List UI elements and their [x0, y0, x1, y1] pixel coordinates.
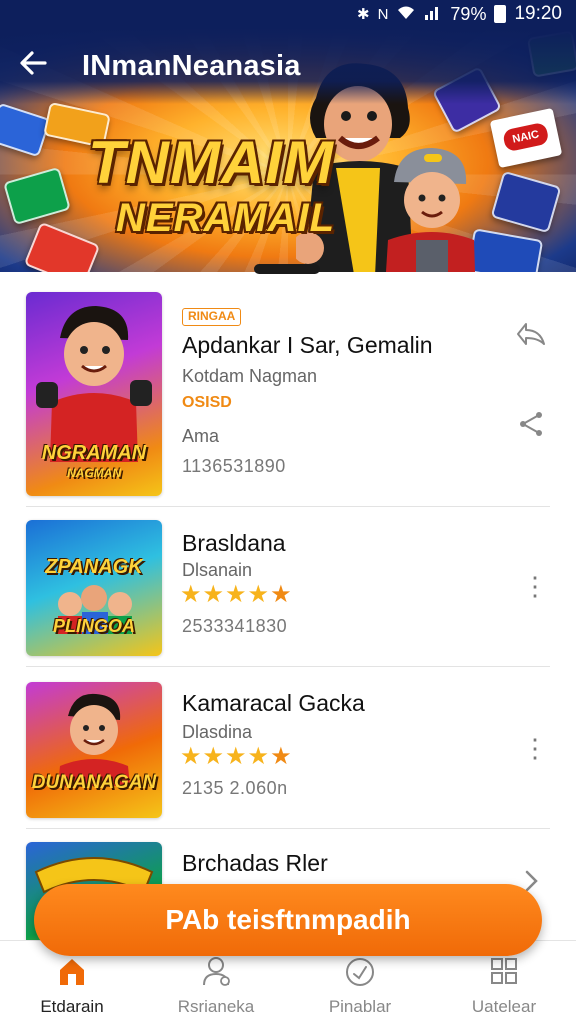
primary-action-button[interactable]: PAb teisftnmpadih: [34, 884, 542, 956]
item-title: Brasldana: [182, 530, 286, 556]
item-number: 2533341830: [182, 616, 288, 636]
clock-icon: [346, 958, 374, 986]
profile-icon: [203, 957, 230, 986]
back-arrow-icon[interactable]: [18, 48, 54, 84]
item-number: 1136531890: [182, 456, 286, 476]
star-icon: ★: [247, 581, 270, 608]
star-icon: ★: [180, 743, 202, 770]
status-time: 19:20: [514, 3, 562, 24]
item-badge: RINGAA: [182, 308, 242, 326]
star-icon: ★: [270, 743, 292, 770]
star-icon: ★: [180, 581, 202, 608]
thumbnail-subtitle: PLINGOA: [52, 616, 135, 636]
item-title: Apdankar I Sar, Gemalin: [182, 332, 433, 358]
thumbnail-title: DUNANAGAN: [31, 772, 157, 793]
status-bar: ✱ N 79% 19:20: [0, 0, 576, 28]
list-item[interactable]: NGRAMAN NAGMAN RINGAA Apdankar I Sar, Ge…: [26, 292, 550, 498]
list-item[interactable]: ZPANAGK PLINGOA Brasldana Dlsanain ★ ★ ★…: [26, 520, 550, 658]
card-logo-label: NAIC: [501, 121, 550, 153]
item-title: Brchadas Rler: [182, 850, 328, 876]
item-thumbnail: NGRAMAN NAGMAN: [26, 292, 162, 496]
list-divider: [26, 666, 550, 667]
game-list: NGRAMAN NAGMAN RINGAA Apdankar I Sar, Ge…: [0, 272, 576, 940]
star-icon: ★: [247, 743, 270, 770]
item-rating: ★ ★ ★ ★ ★: [180, 744, 292, 770]
item-subtitle: Dlsanain: [182, 560, 253, 580]
nav-label: Etdarain: [40, 997, 104, 1016]
list-divider: [26, 828, 550, 829]
item-thumbnail: ZPANAGK PLINGOA: [26, 520, 162, 656]
list-divider: [26, 506, 550, 507]
hero-pager-indicator: [254, 264, 320, 274]
app-screen: ✱ N 79% 19:20 INmanNeanasia NAIC TNMAIM …: [0, 0, 576, 1024]
home-icon: [60, 959, 84, 985]
wifi-icon: [396, 4, 416, 24]
more-options-icon[interactable]: ⋮: [522, 568, 548, 604]
star-icon: ★: [202, 743, 225, 770]
more-options-icon[interactable]: ⋮: [522, 730, 548, 766]
item-subtitle: Dlasdina: [182, 722, 253, 742]
grid-icon: [491, 958, 517, 984]
share-arrow-icon[interactable]: [514, 322, 548, 352]
nav-label: Pinablar: [328, 997, 392, 1016]
nav-label: Rsrianeka: [177, 997, 255, 1016]
hero-logo-line2: NERAMAIL: [116, 196, 336, 240]
thumbnail-character: [58, 693, 130, 786]
item-rating: ★ ★ ★ ★ ★: [180, 582, 292, 608]
item-thumbnail: DUNANAGAN: [26, 682, 162, 818]
item-title: Kamaracal Gacka: [182, 690, 365, 716]
status-icons: ✱ N 79%: [357, 3, 507, 25]
signal-icon: [424, 4, 442, 24]
list-item[interactable]: DUNANAGAN Kamaracal Gacka Dlasdina ★ ★ ★…: [26, 682, 550, 820]
battery-icon: [494, 5, 507, 23]
star-icon: ★: [225, 743, 247, 770]
battery-percent: 79%: [450, 3, 487, 24]
star-icon: ★: [270, 581, 292, 608]
thumbnail-title: NGRAMAN: [41, 442, 147, 464]
hero-banner[interactable]: INmanNeanasia NAIC TNMAIM NERAMAIL: [0, 28, 576, 272]
item-tag: OSISD: [182, 394, 232, 411]
star-icon: ★: [225, 581, 247, 608]
hero-character-second: [386, 148, 475, 272]
nav-label: Uatelear: [471, 997, 537, 1016]
page-title: INmanNeanasia: [82, 50, 301, 82]
nfc-icon: N: [377, 5, 389, 23]
star-icon: ★: [202, 581, 225, 608]
item-number: 2135 2.060n: [182, 778, 288, 798]
item-subtitle: Kotdam Nagman: [182, 366, 318, 386]
item-meta-label: Ama: [182, 426, 220, 446]
share-icon[interactable]: [514, 410, 548, 440]
bluetooth-icon: ✱: [357, 6, 370, 23]
thumbnail-subtitle: NAGMAN: [67, 466, 121, 480]
hero-logo-line1: TNMAIM: [88, 129, 334, 196]
